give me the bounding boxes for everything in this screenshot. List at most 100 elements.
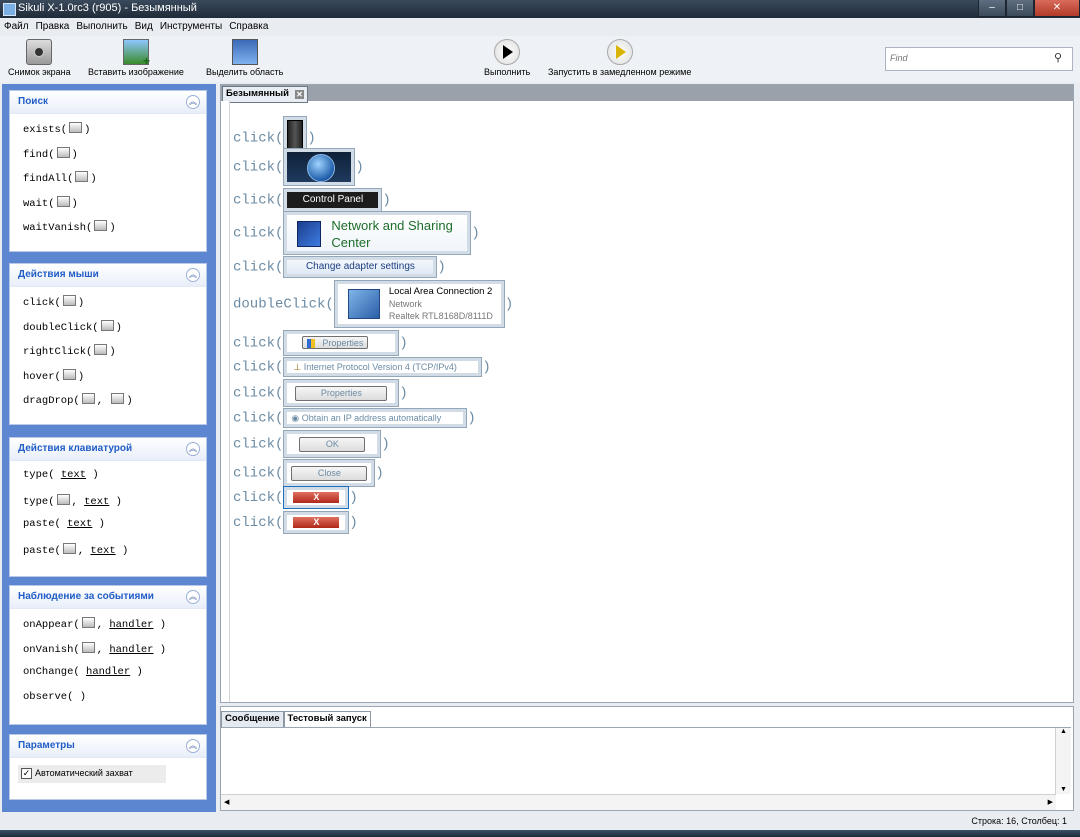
screenshot-thumbnail[interactable]: OK	[283, 430, 382, 458]
close-window-button[interactable]: ✕	[1034, 0, 1080, 17]
collapse-icon[interactable]: ︽	[186, 442, 200, 456]
code-line[interactable]: click(X)	[233, 511, 358, 534]
scroll-up-icon[interactable]: ▲	[1056, 728, 1071, 735]
run-button[interactable]: Выполнить	[484, 39, 530, 77]
insert-image-icon	[122, 39, 150, 68]
menu-run[interactable]: Выполнить	[72, 18, 130, 32]
cmd-wait[interactable]: wait()	[23, 195, 206, 221]
code-line[interactable]: doubleClick(Local Area Connection 2 Netwo…	[233, 280, 513, 328]
search-icon[interactable]: ⚲	[1054, 51, 1068, 65]
search-input[interactable]	[888, 52, 1052, 64]
code-line[interactable]: click()	[233, 148, 364, 186]
screenshot-thumbnail[interactable]: Control Panel	[283, 188, 383, 212]
console-tabs: Сообщение Тестовый запуск	[221, 711, 371, 728]
run-slow-button[interactable]: Запустить в замедленном режиме	[548, 39, 691, 77]
minimize-button[interactable]: –	[978, 0, 1006, 17]
cmd-onvanish[interactable]: onVanish(, handler )	[23, 641, 206, 667]
code-line[interactable]: click(Change adapter settings)	[233, 256, 446, 278]
cmd-doubleclick[interactable]: doubleClick()	[23, 319, 206, 345]
close-x-icon: X	[293, 517, 340, 528]
console-output[interactable]: ▲ ▼ ◀ ▶	[221, 727, 1071, 810]
cmd-click[interactable]: click()	[23, 295, 206, 320]
cmd-paste-image-text[interactable]: paste(, text )	[23, 542, 206, 568]
code-line[interactable]: click(Close)	[233, 459, 384, 487]
cmd-exists[interactable]: exists()	[23, 122, 206, 147]
group-header[interactable]: Действия мыши ︽	[10, 264, 206, 287]
screenshot-thumbnail[interactable]: Properties	[283, 379, 400, 407]
code-line[interactable]: click(Properties)	[233, 379, 408, 407]
screenshot-thumbnail[interactable]: ◉ Obtain an IP address automatically	[283, 408, 468, 428]
collapse-icon[interactable]: ︽	[186, 590, 200, 604]
menu-help[interactable]: Справка	[225, 18, 271, 32]
menu-tools[interactable]: Инструменты	[156, 18, 225, 32]
tab-messages[interactable]: Сообщение	[221, 711, 284, 728]
image-placeholder-icon	[94, 220, 108, 231]
cmd-type-text[interactable]: type( text )	[23, 469, 206, 494]
tab-untitled[interactable]: Безымянный ✕	[222, 86, 308, 103]
screenshot-thumbnail[interactable]: Properties	[283, 330, 400, 356]
screenshot-label: Снимок экрана	[8, 67, 71, 77]
screenshot-thumbnail[interactable]: Close	[283, 459, 376, 487]
code-line[interactable]: click(Network and Sharing Center)	[233, 211, 480, 255]
image-placeholder-icon	[62, 542, 76, 554]
code-line[interactable]: click(⊥ Internet Protocol Version 4 (TCP…	[233, 357, 491, 377]
cmd-observe[interactable]: observe( )	[23, 691, 206, 716]
group-header[interactable]: Действия клавиатурой ︽	[10, 438, 206, 461]
auto-capture-checkbox[interactable]: ✓	[21, 768, 32, 779]
cmd-waitvanish[interactable]: waitVanish()	[23, 220, 206, 245]
app-icon	[3, 3, 16, 16]
auto-capture-row: ✓ Автоматический захват	[18, 765, 166, 783]
screenshot-thumbnail[interactable]: Network and Sharing Center	[283, 211, 472, 255]
tab-test-run[interactable]: Тестовый запуск	[283, 711, 371, 728]
close-button-image: Close	[291, 466, 368, 481]
insert-image-button[interactable]: Вставить изображение	[88, 39, 184, 77]
group-header[interactable]: Поиск ︽	[10, 91, 206, 114]
group-find: Поиск ︽ exists() find() findAll() wait() …	[9, 90, 207, 252]
group-events: Наблюдение за событиями ︽ onAppear(, hand…	[9, 585, 207, 725]
scroll-right-icon[interactable]: ▶	[1048, 798, 1053, 806]
menu-file[interactable]: Файл	[0, 18, 32, 32]
screenshot-thumbnail[interactable]	[283, 148, 356, 186]
cmd-hover[interactable]: hover()	[23, 368, 206, 394]
screenshot-thumbnail[interactable]: Change adapter settings	[283, 256, 438, 278]
scroll-left-icon[interactable]: ◀	[224, 798, 229, 806]
cmd-onappear[interactable]: onAppear(, handler )	[23, 617, 206, 642]
select-area-icon	[231, 39, 258, 65]
group-header[interactable]: Наблюдение за событиями ︽	[10, 586, 206, 609]
cmd-findall[interactable]: findAll()	[23, 171, 206, 196]
image-placeholder-icon	[69, 122, 83, 133]
collapse-icon[interactable]: ︽	[186, 739, 200, 753]
screenshot-thumbnail[interactable]: Local Area Connection 2 Network Realtek RT…	[333, 280, 505, 328]
editor-tab-bar: Безымянный ✕	[221, 85, 1073, 103]
window-title: Sikuli X-1.0rc3 (r905) - Безымянный	[18, 2, 197, 14]
menu-view[interactable]: Вид	[131, 18, 156, 32]
code-line[interactable]: click(OK)	[233, 430, 390, 458]
command-sidebar: Поиск ︽ exists() find() findAll() wait() …	[2, 84, 216, 812]
code-line[interactable]: click(Control Panel)	[233, 188, 391, 212]
close-tab-icon[interactable]: ✕	[294, 90, 304, 99]
screenshot-thumbnail[interactable]: ⊥ Internet Protocol Version 4 (TCP/IPv4)	[283, 357, 483, 377]
close-x-icon: X	[293, 492, 340, 503]
code-line[interactable]: click(◉ Obtain an IP address automatical…	[233, 408, 476, 428]
vertical-scrollbar[interactable]: ▲ ▼	[1055, 728, 1071, 794]
cmd-type-image-text[interactable]: type(, text )	[23, 493, 206, 519]
select-area-button[interactable]: Выделить область	[206, 39, 283, 77]
cmd-dragdrop[interactable]: dragDrop(, )	[23, 393, 206, 418]
screenshot-thumbnail[interactable]: X	[283, 486, 350, 509]
collapse-icon[interactable]: ︽	[186, 95, 200, 109]
scroll-down-icon[interactable]: ▼	[1056, 786, 1071, 793]
screenshot-thumbnail[interactable]: X	[283, 511, 350, 534]
cmd-rightclick[interactable]: rightClick()	[23, 344, 206, 369]
collapse-icon[interactable]: ︽	[186, 268, 200, 282]
horizontal-scrollbar[interactable]: ◀ ▶	[221, 794, 1056, 810]
cmd-find[interactable]: find()	[23, 146, 206, 172]
menu-edit[interactable]: Правка	[32, 18, 73, 32]
image-placeholder-icon	[111, 393, 125, 404]
cmd-paste-text[interactable]: paste( text )	[23, 518, 206, 543]
group-header[interactable]: Параметры ︽	[10, 735, 206, 758]
maximize-button[interactable]: □	[1006, 0, 1034, 17]
code-line[interactable]: click(Properties)	[233, 330, 408, 356]
code-line[interactable]: click(X)	[233, 486, 358, 509]
cmd-onchange[interactable]: onChange( handler )	[23, 666, 206, 691]
screenshot-button[interactable]: Снимок экрана	[8, 39, 71, 77]
